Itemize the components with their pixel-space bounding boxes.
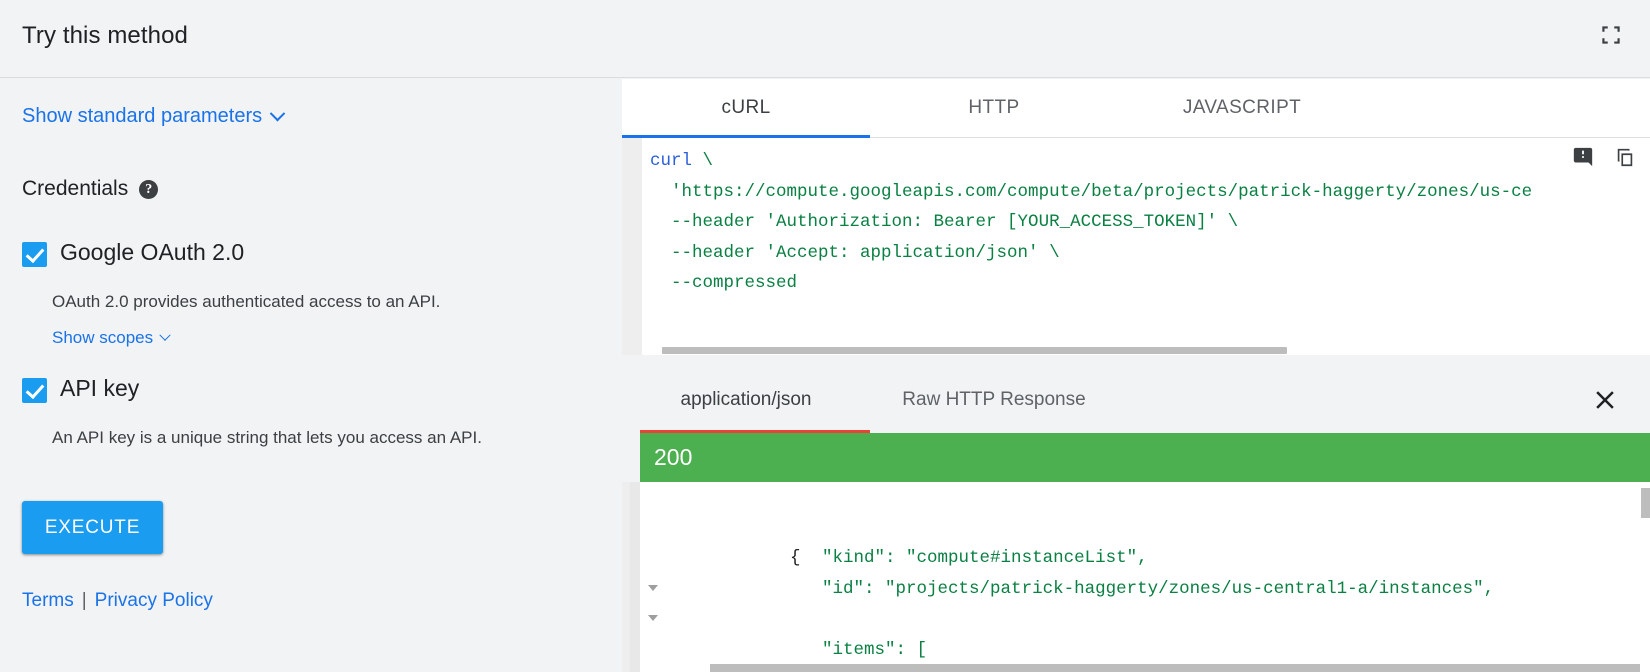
execute-button[interactable]: EXECUTE <box>22 501 163 554</box>
copy-icon[interactable] <box>1614 146 1636 168</box>
json-line: "id": "projects/patrick-haggerty/zones/u… <box>640 543 1640 599</box>
show-scopes-toggle[interactable]: Show scopes <box>52 328 171 348</box>
page-title: Try this method <box>22 22 188 49</box>
json-gutter-edge <box>630 482 640 672</box>
footer-links: Terms | Privacy Policy <box>22 590 213 612</box>
code-sample-card: cURL HTTP JAVASCRIPT curl \ 'https://com… <box>622 79 1650 355</box>
terms-link[interactable]: Terms <box>22 590 74 612</box>
code-sample-text: curl \ 'https://compute.googleapis.com/c… <box>650 151 1533 293</box>
help-icon[interactable]: ? <box>139 179 159 199</box>
show-standard-parameters-toggle[interactable]: Show standard parameters <box>22 105 286 128</box>
oauth-description: OAuth 2.0 provides authenticated access … <box>52 292 441 311</box>
code-sample-body: curl \ 'https://compute.googleapis.com/c… <box>622 138 1650 355</box>
response-tab-bar: application/json Raw HTTP Response <box>612 366 1650 433</box>
json-line: "kind": "compute#instanceList", <box>640 513 1640 568</box>
code-gutter <box>622 138 642 355</box>
tab-raw-http-response[interactable]: Raw HTTP Response <box>870 366 1118 433</box>
collapse-triangle-icon[interactable] <box>648 584 658 591</box>
json-line: { <box>640 482 1640 568</box>
tab-curl[interactable]: cURL <box>622 79 870 138</box>
tab-application-json[interactable]: application/json <box>622 366 870 433</box>
code-line-auth-header: --header 'Authorization: Bearer [YOUR_AC… <box>650 212 1239 232</box>
code-tab-bar: cURL HTTP JAVASCRIPT <box>622 79 1650 138</box>
oauth-checkbox[interactable] <box>22 242 47 267</box>
json-line: "items": [ <box>640 574 1640 660</box>
credentials-heading-label: Credentials <box>22 177 129 200</box>
status-badge: 200 <box>640 433 1650 482</box>
json-lines: { "kind": "compute#instanceList", "id": … <box>640 482 1640 672</box>
collapse-triangle-icon[interactable] <box>648 615 658 621</box>
oauth-label: Google OAuth 2.0 <box>60 239 245 265</box>
chevron-down-icon <box>269 105 286 122</box>
json-gutter <box>622 482 640 672</box>
code-and-response-pane: cURL HTTP JAVASCRIPT curl \ 'https://com… <box>612 79 1650 672</box>
json-vscrollbar-thumb[interactable] <box>1641 488 1650 518</box>
tab-http[interactable]: HTTP <box>870 79 1118 137</box>
code-keyword-curl: curl <box>650 151 693 171</box>
link-separator: | <box>81 590 87 611</box>
json-hscrollbar-thumb[interactable] <box>710 664 1640 672</box>
json-line: { <box>640 604 1640 672</box>
credentials-pane: Show standard parameters Credentials ? G… <box>0 79 612 672</box>
code-action-buttons <box>1572 146 1636 168</box>
code-line-accept-header: --header 'Accept: application/json' \ <box>650 242 1060 263</box>
feedback-icon[interactable] <box>1572 146 1594 168</box>
try-this-method-panel: Try this method Show standard parameters… <box>0 0 1650 672</box>
code-hscrollbar-thumb[interactable] <box>662 347 1287 354</box>
apikey-checkbox[interactable] <box>22 378 47 403</box>
apikey-description: An API key is a unique string that lets … <box>52 428 482 447</box>
privacy-policy-link[interactable]: Privacy Policy <box>95 590 213 612</box>
credentials-heading: Credentials ? <box>22 177 159 201</box>
show-scopes-label: Show scopes <box>52 328 154 347</box>
close-icon[interactable] <box>1588 383 1622 417</box>
code-line-compressed: --compressed <box>650 273 798 293</box>
show-standard-parameters-label: Show standard parameters <box>22 105 263 127</box>
code-line-url: 'https://compute.googleapis.com/compute/… <box>650 181 1533 202</box>
chevron-down-icon <box>159 329 171 341</box>
panel-header: Try this method <box>0 0 1650 78</box>
collapse-arrows-icon[interactable] <box>1594 18 1628 52</box>
code-hscrollbar-track[interactable] <box>642 346 1650 355</box>
apikey-label: API key <box>60 375 140 401</box>
response-section: application/json Raw HTTP Response 200 { <box>612 366 1650 672</box>
tab-javascript[interactable]: JAVASCRIPT <box>1118 79 1366 137</box>
response-body: { "kind": "compute#instanceList", "id": … <box>622 482 1650 672</box>
